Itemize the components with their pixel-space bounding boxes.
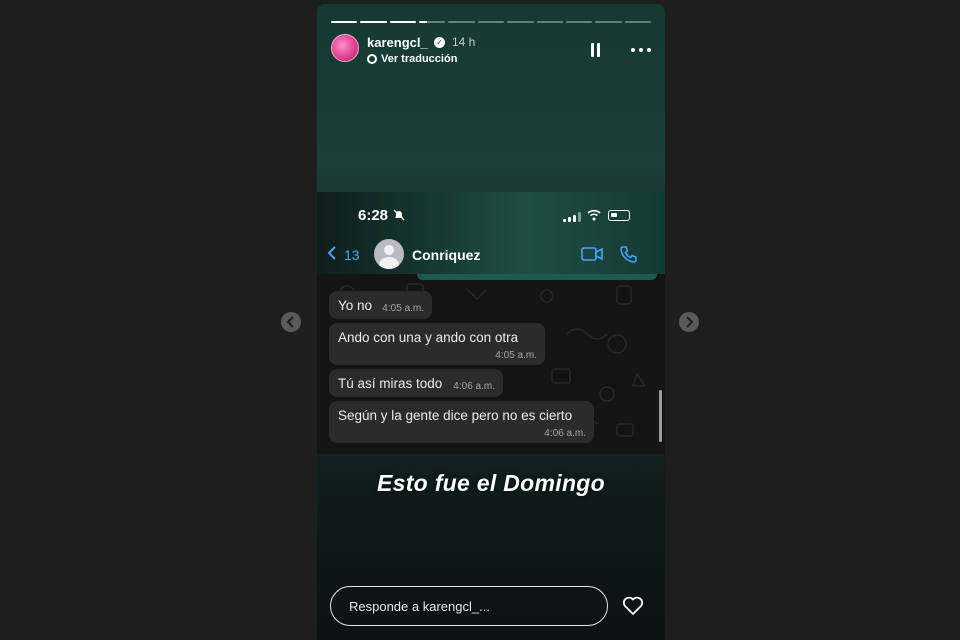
progress-segment (419, 21, 446, 23)
signal-icon (563, 212, 581, 222)
progress-segment (595, 21, 622, 23)
progress-segment (536, 21, 563, 23)
more-options-button[interactable] (631, 48, 651, 52)
chat-screenshot: 6:28 13 Conriquez Yo no 4:05 a.m. Ando c… (317, 192, 665, 454)
avatar[interactable] (331, 34, 359, 62)
story-card[interactable]: karengcl_ ✓ 14 h Ver traducción 6:28 13 … (317, 4, 665, 640)
progress-segment (507, 21, 534, 23)
story-viewer: karengcl_ ✓ 14 h Ver traducción 6:28 13 … (0, 0, 960, 640)
message-bubble: Tú así miras todo 4:06 a.m. (329, 369, 503, 397)
progress-segment (565, 21, 593, 23)
progress-segment (331, 21, 358, 23)
heart-icon[interactable] (622, 596, 644, 616)
message-text: Yo no (338, 298, 373, 313)
story-header: karengcl_ ✓ 14 h Ver traducción (331, 34, 651, 68)
story-progress-bar (331, 21, 651, 23)
progress-segment (448, 21, 475, 23)
progress-segment (477, 21, 505, 23)
chevron-right-icon (686, 316, 694, 328)
translate-icon (367, 54, 377, 64)
message-text: Tú así miras todo (338, 376, 443, 391)
story-caption: Esto fue el Domingo (376, 470, 606, 496)
unread-count: 13 (344, 247, 360, 263)
phone-call-icon (620, 246, 637, 263)
pause-button[interactable] (590, 43, 600, 57)
next-story-button[interactable] (679, 312, 699, 332)
message-text: Según y la gente dice pero no es cierto (338, 408, 573, 423)
reply-input[interactable] (330, 586, 608, 626)
message-bubble: Yo no 4:05 a.m. (329, 291, 432, 319)
message-bubble: Ando con una y ando con otra 4:05 a.m. (329, 323, 545, 365)
battery-icon (608, 210, 630, 221)
contact-name: Conriquez (412, 247, 481, 263)
scroll-indicator (659, 390, 662, 442)
progress-segment (360, 21, 387, 23)
message-bubble: Según y la gente dice pero no es cierto … (329, 401, 594, 443)
chat-area: Yo no 4:05 a.m. Ando con una y ando con … (317, 274, 665, 454)
prev-story-button[interactable] (281, 312, 301, 332)
message-time: 4:06 a.m. (453, 381, 495, 392)
message-time: 4:05 a.m. (382, 303, 424, 314)
message-time: 4:05 a.m. (495, 350, 537, 361)
message-time: 4:06 a.m. (544, 428, 586, 439)
outgoing-message-fragment (417, 274, 657, 280)
chevron-left-icon (286, 316, 294, 328)
video-call-icon (581, 247, 603, 261)
contact-avatar (374, 239, 404, 269)
username[interactable]: karengcl_ (367, 35, 428, 50)
progress-segment (389, 21, 417, 23)
verified-badge-icon: ✓ (434, 37, 445, 48)
post-time: 14 h (452, 35, 476, 49)
chat-header: 6:28 13 Conriquez (317, 192, 665, 274)
translate-link[interactable]: Ver traducción (381, 53, 457, 65)
back-chevron-icon[interactable] (326, 245, 338, 261)
progress-segment (624, 21, 651, 23)
bell-off-icon (393, 209, 405, 221)
wifi-icon (587, 209, 601, 221)
status-time: 6:28 (358, 207, 389, 224)
message-text: Ando con una y ando con otra (338, 330, 519, 345)
